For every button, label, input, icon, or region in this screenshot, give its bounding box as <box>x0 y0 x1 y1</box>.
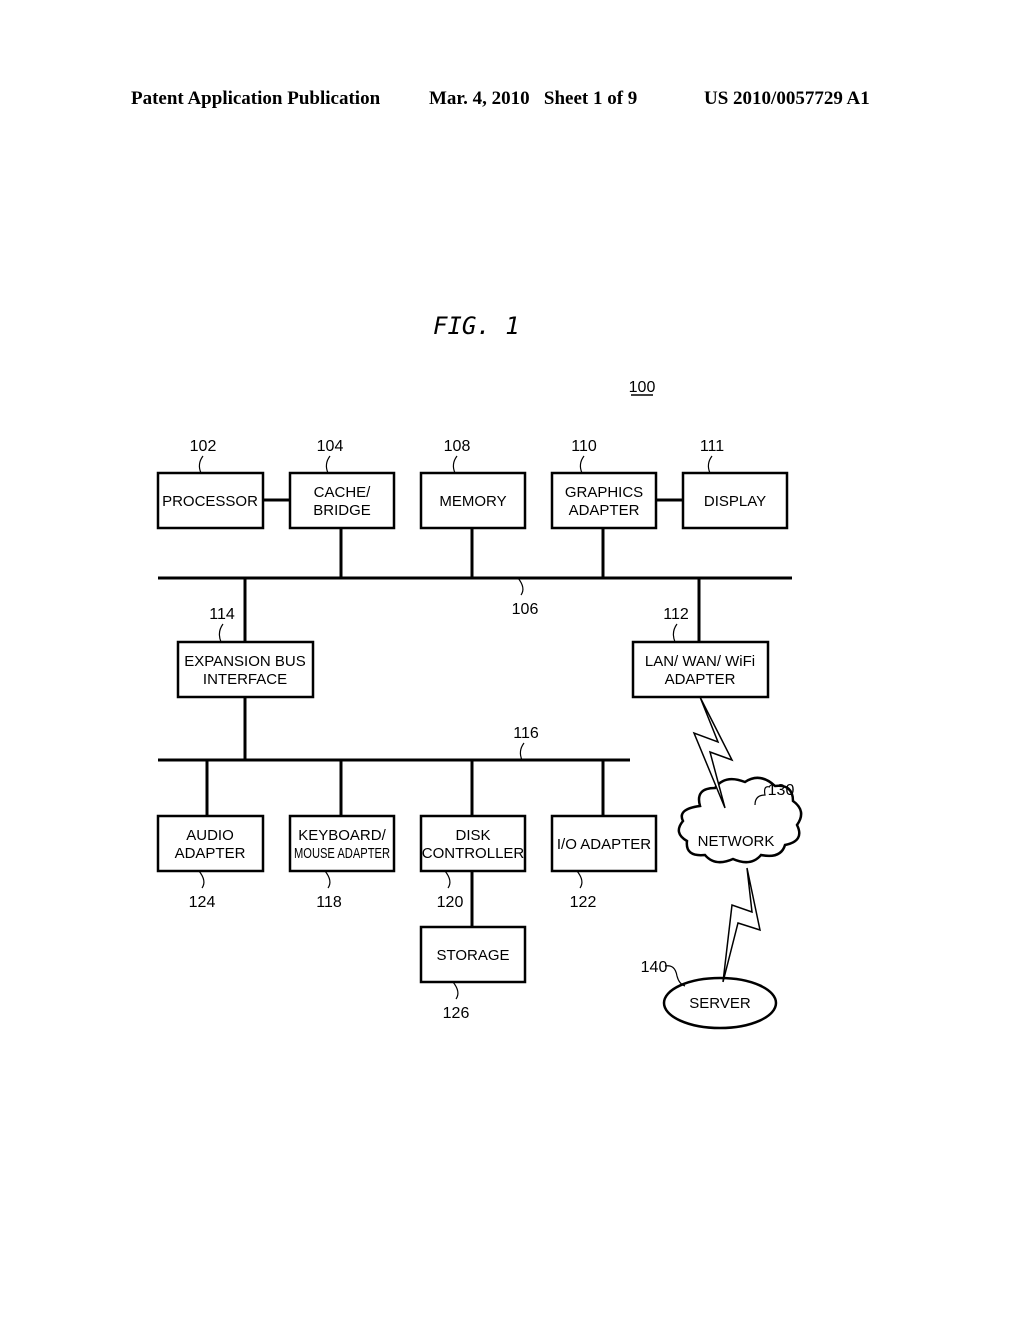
server-label: SERVER <box>689 995 751 1012</box>
leader-110 <box>579 455 585 474</box>
io-adapter-label: I/O ADAPTER <box>557 836 651 853</box>
leader-104 <box>325 455 331 474</box>
expansion-bus-interface-label-line2: INTERFACE <box>203 671 287 688</box>
expansion-bus-interface-label-line1: EXPANSION BUS <box>184 653 305 670</box>
leader-112 <box>672 623 678 643</box>
leader-126 <box>452 981 459 1000</box>
audio-adapter-label-line1: AUDIO <box>186 827 234 844</box>
processor-label: PROCESSOR <box>162 493 258 510</box>
storage-label: STORAGE <box>436 947 509 964</box>
ref-126: 126 <box>443 1005 470 1022</box>
leader-124 <box>198 870 205 889</box>
block-diagram: 100 102 104 108 110 111 106 114 112 116 … <box>156 379 803 1030</box>
leader-116 <box>519 742 525 761</box>
cache-bridge-label-line1: CACHE/ <box>314 484 372 501</box>
ref-111: 111 <box>700 438 724 455</box>
graphics-adapter-label-line1: GRAPHICS <box>565 484 643 501</box>
lan-wan-wifi-adapter-label-line2: ADAPTER <box>665 671 736 688</box>
leader-120 <box>444 870 451 889</box>
ref-122: 122 <box>570 894 597 911</box>
memory-label: MEMORY <box>439 493 506 510</box>
cache-bridge-label-line2: BRIDGE <box>313 502 371 519</box>
lan-wan-wifi-adapter-label-line1: LAN/ WAN/ WiFi <box>645 653 755 670</box>
leader-114 <box>218 623 224 643</box>
keyboard-mouse-adapter-label-line2: MOUSE ADAPTER <box>294 845 390 862</box>
ref-140: 140 <box>641 959 668 976</box>
ref-106: 106 <box>512 601 539 618</box>
disk-controller-label-line2: CONTROLLER <box>422 845 525 862</box>
leader-102 <box>198 455 204 474</box>
ref-102: 102 <box>190 438 217 455</box>
graphics-adapter-label-line2: ADAPTER <box>569 502 640 519</box>
ref-110: 110 <box>571 438 597 455</box>
keyboard-mouse-adapter-label-line1: KEYBOARD/ <box>298 827 386 844</box>
network-label: NETWORK <box>698 833 775 850</box>
leader-111 <box>707 455 713 474</box>
disk-controller-label-line1: DISK <box>455 827 490 844</box>
ref-104: 104 <box>317 438 344 455</box>
leader-108 <box>452 455 458 474</box>
wireless-link-network-server-icon <box>722 867 761 983</box>
leader-106 <box>517 577 524 596</box>
ref-108: 108 <box>444 438 471 455</box>
ref-124: 124 <box>189 894 216 911</box>
ref-120: 120 <box>437 894 464 911</box>
ref-112: 112 <box>663 606 689 623</box>
ref-114: 114 <box>209 606 235 623</box>
ref-118: 118 <box>316 894 342 911</box>
ref-116: 116 <box>513 725 539 742</box>
audio-adapter-label-line2: ADAPTER <box>175 845 246 862</box>
leader-118 <box>324 870 331 889</box>
display-label: DISPLAY <box>704 493 766 510</box>
leader-122 <box>576 870 583 889</box>
ref-100: 100 <box>629 379 656 396</box>
leader-140 <box>664 965 686 987</box>
ref-130: 130 <box>768 782 795 799</box>
